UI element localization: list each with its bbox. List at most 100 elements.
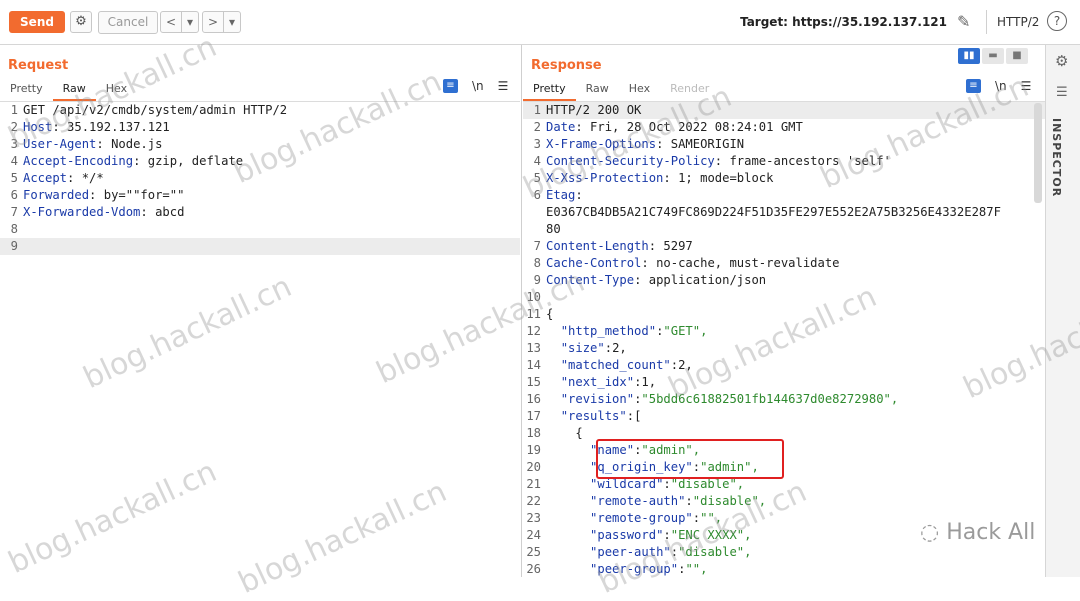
line-code: "next_idx":1, <box>546 374 656 391</box>
separator: : <box>634 273 649 287</box>
line-code: E0367CB4DB5A21C749FC869D224F51D35FE297E5… <box>546 204 1001 221</box>
line-code: Content-Security-Policy: frame-ancestors… <box>546 153 891 170</box>
line-code: Cache-Control: no-cache, must-revalidate <box>546 255 840 272</box>
line-number: 23 <box>526 511 541 525</box>
response-line: 7 Content-Length: 5297 <box>523 238 1045 255</box>
field-value: SAMEORIGIN <box>670 137 745 151</box>
response-tab-raw[interactable]: Raw <box>576 78 619 99</box>
field-name: "peer-auth" <box>590 545 671 559</box>
newline-toggle-icon[interactable]: \n <box>995 79 1007 93</box>
field-value: "disable", <box>670 477 745 491</box>
layout-stacked-icon[interactable]: ▬ <box>982 48 1004 64</box>
line-code: "size":2, <box>546 340 627 357</box>
sidebar-gear-icon[interactable]: ⚙ <box>1055 52 1068 70</box>
line-code: "http_method":"GET", <box>546 323 708 340</box>
line-code: "password":"ENC XXXX", <box>546 527 751 544</box>
response-tab-hex[interactable]: Hex <box>619 78 660 99</box>
field-value: "GET", <box>663 324 708 338</box>
response-line: 2 Date: Fri, 28 Oct 2022 08:24:01 GMT <box>523 119 1045 136</box>
request-tab-hex[interactable]: Hex <box>96 78 137 99</box>
line-code: X-Xss-Protection: 1; mode=block <box>546 170 773 187</box>
wrap-lines-icon[interactable]: ≡ <box>966 79 981 93</box>
forward-arrow-icon[interactable]: > <box>203 12 224 32</box>
layout-tabs-icon[interactable]: ■ <box>1006 48 1028 64</box>
field-value: "", <box>700 511 723 525</box>
wrap-lines-icon[interactable]: ≡ <box>443 79 458 93</box>
request-line: 8 <box>0 221 520 238</box>
field-name: "matched_count" <box>560 358 671 372</box>
header-value: GET /api/v2/cmdb/system/admin HTTP/2 <box>23 103 288 117</box>
header-value: */* <box>81 171 104 185</box>
field-value: "disable", <box>678 545 752 559</box>
inspector-tab[interactable]: INSPECTOR <box>1050 118 1063 197</box>
menu-icon[interactable]: ☰ <box>1021 79 1032 93</box>
field-value: { <box>575 426 583 440</box>
header-value: abcd <box>155 205 185 219</box>
line-code: { <box>546 425 583 442</box>
separator: : <box>575 120 591 134</box>
protocol-label[interactable]: HTTP/2 <box>997 15 1039 29</box>
forward-dropdown-icon[interactable]: ▾ <box>224 12 240 32</box>
request-line: 7 X-Forwarded-Vdom: abcd <box>0 204 520 221</box>
sidebar-list-icon[interactable]: ☰ <box>1056 85 1068 100</box>
field-name: "revision" <box>560 392 635 406</box>
line-number: 11 <box>526 307 541 321</box>
cancel-button[interactable]: Cancel <box>98 11 158 34</box>
response-line: 5 X-Xss-Protection: 1; mode=block <box>523 170 1045 187</box>
menu-icon[interactable]: ☰ <box>498 79 509 93</box>
newline-toggle-icon[interactable]: \n <box>472 79 484 93</box>
pane-splitter[interactable] <box>521 45 522 577</box>
response-line: 3 X-Frame-Options: SAMEORIGIN <box>523 136 1045 153</box>
field-value: { <box>546 307 554 321</box>
field-value: "ENC XXXX", <box>670 528 752 542</box>
response-scrollbar[interactable] <box>1034 103 1042 203</box>
line-number: 9 <box>533 273 541 287</box>
field-name: "results" <box>560 409 627 423</box>
line-code: "matched_count":2, <box>546 357 693 374</box>
request-line: 5 Accept: */* <box>0 170 520 187</box>
send-button[interactable]: Send <box>9 11 65 33</box>
line-number: 4 <box>533 154 541 168</box>
header-name: Accept-Encoding <box>23 154 134 168</box>
back-nav-group[interactable]: < ▾ <box>160 11 199 33</box>
separator: : <box>67 171 82 185</box>
line-code: "results":[ <box>546 408 642 425</box>
response-editor[interactable]: 1 HTTP/2 200 OK 2 Date: Fri, 28 Oct 2022 08… <box>523 102 1045 577</box>
back-dropdown-icon[interactable]: ▾ <box>182 12 198 32</box>
field-value: frame-ancestors 'self' <box>729 154 891 168</box>
request-tab-pretty[interactable]: Pretty <box>0 78 53 99</box>
line-number: 7 <box>533 239 541 253</box>
request-tab-raw[interactable]: Raw <box>52 78 96 101</box>
line-number: 24 <box>526 528 541 542</box>
request-line: 3 User-Agent: Node.js <box>0 136 520 153</box>
settings-gear-icon[interactable]: ⚙ <box>70 11 92 33</box>
response-line: 12 "http_method":"GET", <box>523 323 1045 340</box>
field-name: "wildcard" <box>590 477 664 491</box>
separator: : <box>133 154 148 168</box>
separator: : <box>648 239 664 253</box>
field-value: 5297 <box>663 239 693 253</box>
layout-side-by-side-icon[interactable]: ▮▮ <box>958 48 980 64</box>
field-value: 2, <box>678 358 693 372</box>
back-arrow-icon[interactable]: < <box>161 12 182 32</box>
separator: : <box>714 154 730 168</box>
edit-target-pencil-icon[interactable]: ✎ <box>957 12 970 31</box>
response-line: 11 { <box>523 306 1045 323</box>
response-tab-pretty[interactable]: Pretty <box>523 78 576 101</box>
highlight-box <box>596 439 784 479</box>
response-tab-render[interactable]: Render <box>660 78 719 99</box>
forward-nav-group[interactable]: > ▾ <box>202 11 241 33</box>
field-value: "5bdd6c61882501fb144637d0e8272980", <box>641 392 899 406</box>
field-value: 2, <box>612 341 627 355</box>
line-number: 13 <box>526 341 541 355</box>
help-icon[interactable]: ? <box>1047 11 1067 31</box>
line-number: 6 <box>10 188 18 202</box>
request-editor[interactable]: 1 GET /api/v2/cmdb/system/admin HTTP/2 2 Ho… <box>0 102 520 577</box>
line-number: 5 <box>10 171 18 185</box>
line-number: 2 <box>533 120 541 134</box>
separator: : <box>626 409 635 423</box>
